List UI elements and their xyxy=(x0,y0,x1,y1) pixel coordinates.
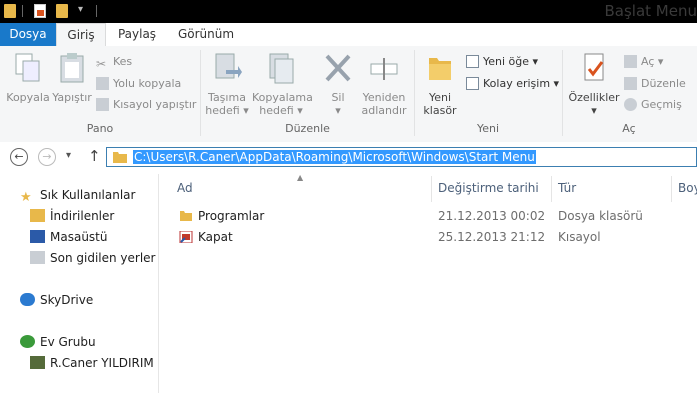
paste-shortcut-icon xyxy=(96,98,109,111)
group-label-ac: Aç xyxy=(622,122,636,135)
tab-paylas[interactable]: Paylaş xyxy=(112,23,162,46)
new-item-button[interactable]: Yeni öğe ▾ xyxy=(466,54,538,70)
divider xyxy=(414,50,415,136)
column-header-size[interactable]: Boy xyxy=(678,181,697,195)
file-type: Dosya klasörü xyxy=(558,209,643,223)
tab-gorunum[interactable]: Görünüm xyxy=(172,23,240,46)
new-folder-button[interactable]: Yeni klasör xyxy=(420,52,460,117)
file-name: Programlar xyxy=(198,209,265,223)
column-header-name[interactable]: Ad xyxy=(177,181,193,195)
avatar xyxy=(30,356,45,369)
copy-button[interactable]: Kopyala xyxy=(6,52,50,104)
properties-icon xyxy=(584,53,604,81)
move-to-button[interactable]: Taşıma hedefi ▾ xyxy=(204,52,250,117)
shortcut-icon xyxy=(179,231,193,243)
history-button[interactable]: Geçmiş xyxy=(624,97,682,113)
desktop-icon xyxy=(30,230,45,243)
new-item-icon xyxy=(466,55,479,68)
title-bar: ▾ Başlat Menu xyxy=(0,0,697,23)
folder-icon xyxy=(113,152,127,163)
downloads-icon xyxy=(30,209,45,222)
nav-recent-places[interactable]: Son gidilen yerler xyxy=(30,249,156,267)
open-button[interactable]: Aç ▾ xyxy=(624,54,663,70)
delete-icon xyxy=(325,54,351,82)
copy-to-button[interactable]: Kopyalama hedefi ▾ xyxy=(252,52,313,117)
copy-icon xyxy=(15,53,40,82)
column-header-date[interactable]: Değiştirme tarihi xyxy=(438,181,539,195)
file-date: 21.12.2013 00:02 xyxy=(438,209,546,223)
folder-icon xyxy=(429,58,451,80)
open-icon xyxy=(624,55,637,68)
table-row[interactable]: Programlar 21.12.2013 00:02 Dosya klasör… xyxy=(175,207,695,227)
chevron-down-icon[interactable]: ▾ xyxy=(78,4,83,15)
nav-homegroup[interactable]: Ev Grubu xyxy=(20,333,96,351)
ribbon: Kopyala Yapıştır ✂ Kes Yolu kopyala Kısay… xyxy=(0,46,697,143)
homegroup-icon xyxy=(20,335,35,348)
back-button[interactable]: ← xyxy=(10,148,28,166)
edit-icon xyxy=(624,77,637,90)
nav-skydrive[interactable]: SkyDrive xyxy=(20,291,93,309)
delete-button[interactable]: Sil ▾ xyxy=(320,52,356,117)
forward-button[interactable]: → xyxy=(38,148,56,166)
nav-user[interactable]: R.Caner YILDIRIM xyxy=(30,354,154,372)
file-name: Kapat xyxy=(198,230,233,244)
file-date: 25.12.2013 21:12 xyxy=(438,230,546,244)
window-title: Başlat Menu xyxy=(604,2,697,20)
copy-to-icon xyxy=(269,53,294,84)
edit-button[interactable]: Düzenle xyxy=(624,76,686,92)
folder-icon xyxy=(180,211,192,221)
tab-dosya[interactable]: Dosya xyxy=(0,23,56,46)
navigation-pane: ★ Sık Kullanılanlar İndirilenler Masaüstü… xyxy=(0,174,159,393)
cloud-icon xyxy=(20,293,35,306)
properties-icon[interactable] xyxy=(34,4,46,18)
divider xyxy=(671,176,672,202)
table-row[interactable]: Kapat 25.12.2013 21:12 Kısayol xyxy=(175,228,695,248)
rename-icon xyxy=(370,58,398,80)
new-folder-icon[interactable] xyxy=(56,4,68,18)
group-label-pano: Pano xyxy=(86,122,114,135)
recent-locations-icon[interactable]: ▾ xyxy=(66,150,71,161)
column-header-type[interactable]: Tür xyxy=(558,181,576,195)
group-label-yeni: Yeni xyxy=(476,122,500,135)
nav-desktop[interactable]: Masaüstü xyxy=(30,228,107,246)
easy-access-icon xyxy=(466,77,479,90)
copy-path-button[interactable]: Yolu kopyala xyxy=(96,76,181,92)
scissors-icon: ✂ xyxy=(96,57,107,71)
address-bar-row: ← → ▾ ↑ C:\Users\R.Caner\AppData\Roaming… xyxy=(0,142,697,174)
ribbon-tab-bar: Dosya Giriş Paylaş Görünüm xyxy=(0,23,697,47)
divider xyxy=(431,176,432,202)
divider xyxy=(22,5,23,17)
address-path[interactable]: C:\Users\R.Caner\AppData\Roaming\Microso… xyxy=(133,150,536,164)
group-label-duzenle: Düzenle xyxy=(285,122,330,135)
star-icon: ★ xyxy=(20,190,32,205)
divider xyxy=(96,5,97,17)
file-list: ▲ Ad Değiştirme tarihi Tür Boy Programla… xyxy=(158,173,697,393)
paste-shortcut-button[interactable]: Kısayol yapıştır xyxy=(96,97,196,113)
folder-icon xyxy=(4,4,16,18)
rename-button[interactable]: Yeniden adlandır xyxy=(360,52,408,117)
sort-arrow-icon: ▲ xyxy=(297,173,304,182)
copy-path-icon xyxy=(96,77,109,90)
paste-button[interactable]: Yapıştır xyxy=(51,52,93,104)
nav-favorites[interactable]: ★ Sık Kullanılanlar xyxy=(20,186,135,204)
cut-button[interactable]: ✂ Kes xyxy=(96,54,132,71)
move-to-icon xyxy=(215,53,242,79)
file-type: Kısayol xyxy=(558,230,601,244)
clipboard-icon xyxy=(60,53,84,83)
recent-places-icon xyxy=(30,251,45,264)
nav-downloads[interactable]: İndirilenler xyxy=(30,207,114,225)
divider xyxy=(551,176,552,202)
easy-access-button[interactable]: Kolay erişim ▾ xyxy=(466,76,559,92)
tab-giris[interactable]: Giriş xyxy=(56,23,106,47)
history-icon xyxy=(624,98,637,111)
divider xyxy=(562,50,563,136)
properties-button[interactable]: Özellikler ▾ xyxy=(566,52,622,117)
up-arrow-icon[interactable]: ↑ xyxy=(88,147,101,165)
address-field[interactable]: C:\Users\R.Caner\AppData\Roaming\Microso… xyxy=(106,147,697,167)
divider xyxy=(200,50,201,136)
